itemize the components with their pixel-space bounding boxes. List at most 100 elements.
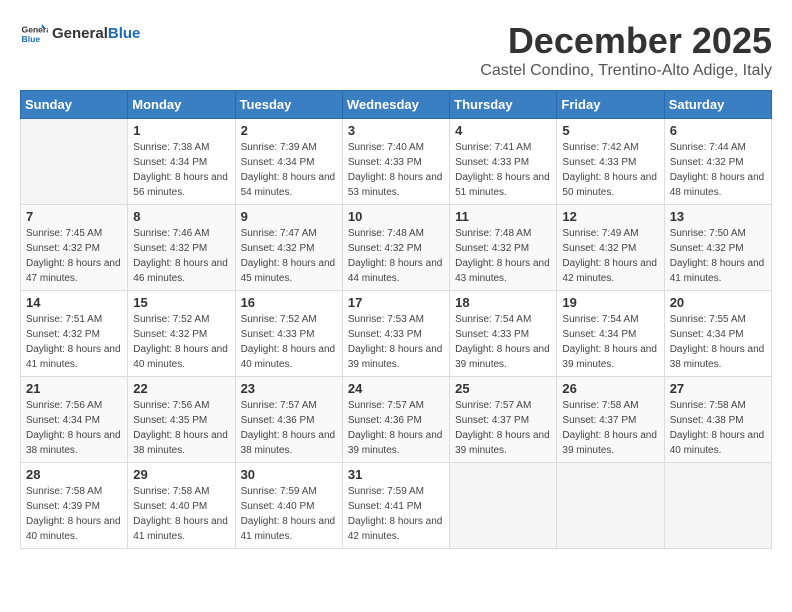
day-cell: 12Sunrise: 7:49 AMSunset: 4:32 PMDayligh… xyxy=(557,205,664,291)
day-info: Sunrise: 7:56 AMSunset: 4:34 PMDaylight:… xyxy=(26,398,122,458)
day-info: Sunrise: 7:50 AMSunset: 4:32 PMDaylight:… xyxy=(670,226,766,286)
header-friday: Friday xyxy=(557,91,664,119)
location-title: Castel Condino, Trentino-Alto Adige, Ita… xyxy=(480,62,772,80)
day-number: 21 xyxy=(26,381,122,396)
day-number: 19 xyxy=(562,295,658,310)
day-number: 18 xyxy=(455,295,551,310)
day-cell xyxy=(21,119,128,205)
day-cell: 2 Sunrise: 7:39 AMSunset: 4:34 PMDaylight… xyxy=(235,119,342,205)
day-number: 2 xyxy=(241,123,337,138)
day-number: 5 xyxy=(562,123,658,138)
day-cell: 6 Sunrise: 7:44 AMSunset: 4:32 PMDaylight… xyxy=(664,119,771,205)
day-cell: 13 Sunrise: 7:50 AMSunset: 4:32 PMDayligh… xyxy=(664,205,771,291)
day-cell: 4Sunrise: 7:41 AMSunset: 4:33 PMDaylight… xyxy=(450,119,557,205)
day-info: Sunrise: 7:51 AMSunset: 4:32 PMDaylight:… xyxy=(26,312,122,372)
day-number: 13 xyxy=(670,209,766,224)
day-info: Sunrise: 7:55 AMSunset: 4:34 PMDaylight:… xyxy=(670,312,766,372)
day-number: 30 xyxy=(241,467,337,482)
day-info: Sunrise: 7:38 AMSunset: 4:34 PMDaylight:… xyxy=(133,140,229,200)
day-number: 22 xyxy=(133,381,229,396)
day-number: 6 xyxy=(670,123,766,138)
day-cell: 18 Sunrise: 7:54 AMSunset: 4:33 PMDayligh… xyxy=(450,291,557,377)
day-cell: 20 Sunrise: 7:55 AMSunset: 4:34 PMDayligh… xyxy=(664,291,771,377)
day-cell: 23Sunrise: 7:57 AMSunset: 4:36 PMDayligh… xyxy=(235,377,342,463)
week-row-3: 14 Sunrise: 7:51 AMSunset: 4:32 PMDayligh… xyxy=(21,291,772,377)
day-info: Sunrise: 7:59 AMSunset: 4:41 PMDaylight:… xyxy=(348,484,444,544)
day-info: Sunrise: 7:57 AMSunset: 4:36 PMDaylight:… xyxy=(348,398,444,458)
day-info: Sunrise: 7:48 AMSunset: 4:32 PMDaylight:… xyxy=(348,226,444,286)
day-info: Sunrise: 7:57 AMSunset: 4:36 PMDaylight:… xyxy=(241,398,337,458)
day-info: Sunrise: 7:58 AMSunset: 4:37 PMDaylight:… xyxy=(562,398,658,458)
header-sunday: Sunday xyxy=(21,91,128,119)
header-tuesday: Tuesday xyxy=(235,91,342,119)
day-number: 20 xyxy=(670,295,766,310)
day-info: Sunrise: 7:48 AMSunset: 4:32 PMDaylight:… xyxy=(455,226,551,286)
day-number: 11 xyxy=(455,209,551,224)
day-number: 7 xyxy=(26,209,122,224)
header-thursday: Thursday xyxy=(450,91,557,119)
calendar-header-row: SundayMondayTuesdayWednesdayThursdayFrid… xyxy=(21,91,772,119)
week-row-1: 1 Sunrise: 7:38 AMSunset: 4:34 PMDaylight… xyxy=(21,119,772,205)
month-title: December 2025 xyxy=(480,20,772,62)
day-cell: 10 Sunrise: 7:48 AMSunset: 4:32 PMDayligh… xyxy=(342,205,449,291)
day-cell: 19Sunrise: 7:54 AMSunset: 4:34 PMDayligh… xyxy=(557,291,664,377)
day-cell: 30Sunrise: 7:59 AMSunset: 4:40 PMDayligh… xyxy=(235,463,342,549)
day-info: Sunrise: 7:57 AMSunset: 4:37 PMDaylight:… xyxy=(455,398,551,458)
day-info: Sunrise: 7:52 AMSunset: 4:33 PMDaylight:… xyxy=(241,312,337,372)
week-row-4: 21 Sunrise: 7:56 AMSunset: 4:34 PMDayligh… xyxy=(21,377,772,463)
day-cell: 22Sunrise: 7:56 AMSunset: 4:35 PMDayligh… xyxy=(128,377,235,463)
header-saturday: Saturday xyxy=(664,91,771,119)
day-cell: 3 Sunrise: 7:40 AMSunset: 4:33 PMDaylight… xyxy=(342,119,449,205)
day-number: 9 xyxy=(241,209,337,224)
day-cell: 21 Sunrise: 7:56 AMSunset: 4:34 PMDayligh… xyxy=(21,377,128,463)
page-header: General Blue GeneralBlue December 2025 C… xyxy=(20,20,772,80)
day-number: 1 xyxy=(133,123,229,138)
day-cell: 8 Sunrise: 7:46 AMSunset: 4:32 PMDaylight… xyxy=(128,205,235,291)
day-number: 3 xyxy=(348,123,444,138)
day-cell: 28Sunrise: 7:58 AMSunset: 4:39 PMDayligh… xyxy=(21,463,128,549)
day-cell: 15 Sunrise: 7:52 AMSunset: 4:32 PMDayligh… xyxy=(128,291,235,377)
day-info: Sunrise: 7:39 AMSunset: 4:34 PMDaylight:… xyxy=(241,140,337,200)
day-cell: 1 Sunrise: 7:38 AMSunset: 4:34 PMDaylight… xyxy=(128,119,235,205)
day-cell: 11 Sunrise: 7:48 AMSunset: 4:32 PMDayligh… xyxy=(450,205,557,291)
day-cell: 9 Sunrise: 7:47 AMSunset: 4:32 PMDaylight… xyxy=(235,205,342,291)
day-number: 14 xyxy=(26,295,122,310)
day-info: Sunrise: 7:58 AMSunset: 4:40 PMDaylight:… xyxy=(133,484,229,544)
logo: General Blue GeneralBlue xyxy=(20,20,140,48)
week-row-5: 28Sunrise: 7:58 AMSunset: 4:39 PMDayligh… xyxy=(21,463,772,549)
day-info: Sunrise: 7:45 AMSunset: 4:32 PMDaylight:… xyxy=(26,226,122,286)
day-info: Sunrise: 7:52 AMSunset: 4:32 PMDaylight:… xyxy=(133,312,229,372)
day-cell: 14 Sunrise: 7:51 AMSunset: 4:32 PMDayligh… xyxy=(21,291,128,377)
day-number: 31 xyxy=(348,467,444,482)
logo-text: GeneralBlue xyxy=(52,26,140,43)
day-cell: 16Sunrise: 7:52 AMSunset: 4:33 PMDayligh… xyxy=(235,291,342,377)
day-number: 26 xyxy=(562,381,658,396)
day-number: 15 xyxy=(133,295,229,310)
logo-icon: General Blue xyxy=(20,20,48,48)
day-info: Sunrise: 7:47 AMSunset: 4:32 PMDaylight:… xyxy=(241,226,337,286)
day-number: 10 xyxy=(348,209,444,224)
day-cell: 29Sunrise: 7:58 AMSunset: 4:40 PMDayligh… xyxy=(128,463,235,549)
calendar-title-area: December 2025 Castel Condino, Trentino-A… xyxy=(480,20,772,80)
day-info: Sunrise: 7:58 AMSunset: 4:39 PMDaylight:… xyxy=(26,484,122,544)
day-cell: 24 Sunrise: 7:57 AMSunset: 4:36 PMDayligh… xyxy=(342,377,449,463)
day-cell: 7 Sunrise: 7:45 AMSunset: 4:32 PMDaylight… xyxy=(21,205,128,291)
day-info: Sunrise: 7:40 AMSunset: 4:33 PMDaylight:… xyxy=(348,140,444,200)
day-info: Sunrise: 7:54 AMSunset: 4:33 PMDaylight:… xyxy=(455,312,551,372)
day-cell xyxy=(450,463,557,549)
day-number: 27 xyxy=(670,381,766,396)
svg-text:General: General xyxy=(22,24,48,34)
day-cell xyxy=(557,463,664,549)
week-row-2: 7 Sunrise: 7:45 AMSunset: 4:32 PMDaylight… xyxy=(21,205,772,291)
day-number: 17 xyxy=(348,295,444,310)
svg-text:Blue: Blue xyxy=(22,34,41,44)
calendar-table: SundayMondayTuesdayWednesdayThursdayFrid… xyxy=(20,90,772,549)
day-number: 8 xyxy=(133,209,229,224)
day-info: Sunrise: 7:41 AMSunset: 4:33 PMDaylight:… xyxy=(455,140,551,200)
day-info: Sunrise: 7:46 AMSunset: 4:32 PMDaylight:… xyxy=(133,226,229,286)
day-cell: 31 Sunrise: 7:59 AMSunset: 4:41 PMDayligh… xyxy=(342,463,449,549)
day-info: Sunrise: 7:44 AMSunset: 4:32 PMDaylight:… xyxy=(670,140,766,200)
header-wednesday: Wednesday xyxy=(342,91,449,119)
day-number: 12 xyxy=(562,209,658,224)
day-number: 24 xyxy=(348,381,444,396)
